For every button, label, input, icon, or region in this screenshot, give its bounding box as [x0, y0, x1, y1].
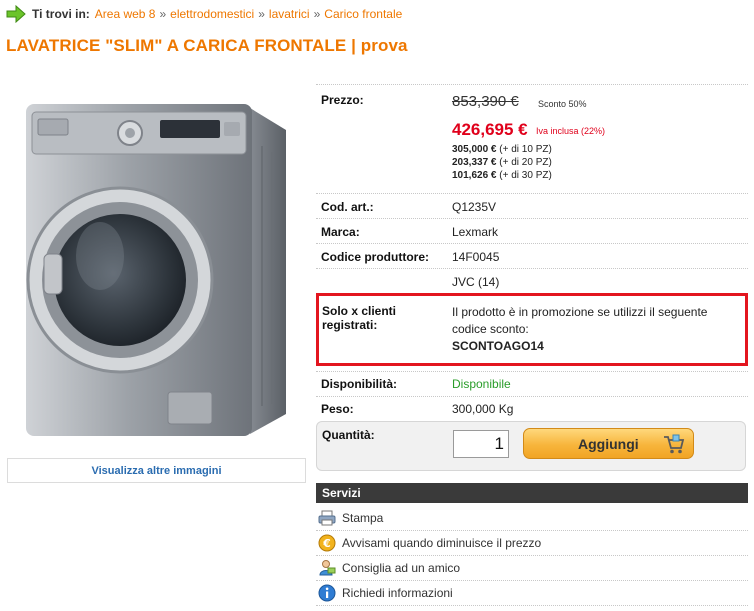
more-images-link[interactable]: Visualizza altre immagini: [7, 458, 306, 483]
availability-row: Disponibilità: Disponibile: [316, 371, 748, 396]
add-to-cart-button[interactable]: Aggiungi: [523, 428, 694, 459]
info-icon: [318, 584, 336, 602]
brand-row: Marca: Lexmark: [316, 218, 748, 243]
breadcrumb-separator: »: [159, 7, 167, 21]
manufacturer-code-label: Codice produttore:: [321, 250, 429, 264]
add-to-cart-label: Aggiungi: [578, 435, 639, 452]
availability-value: Disponibile: [452, 377, 511, 391]
services-header: Servizi: [316, 483, 748, 503]
cart-icon: [664, 434, 685, 454]
service-label: Avvisami quando diminuisce il prezzo: [342, 536, 542, 550]
service-print[interactable]: Stampa: [316, 506, 748, 531]
service-label: Consiglia ad un amico: [342, 561, 461, 575]
quantity-input[interactable]: [453, 430, 509, 458]
promo-text: Il prodotto è in promozione se utilizzi …: [452, 305, 708, 353]
code-label: Cod. art.:: [321, 200, 374, 214]
promo-label: Solo x clienti registrati:: [322, 304, 397, 332]
service-info[interactable]: Richiedi informazioni: [316, 581, 748, 606]
code-value: Q1235V: [452, 200, 497, 214]
discount-badge: Sconto 50%: [538, 99, 587, 109]
tier-price: 101,626 € (+ di 30 PZ): [452, 170, 552, 181]
printer-icon: [318, 510, 336, 526]
extra-row: JVC (14): [316, 268, 748, 293]
breadcrumb-prefix: Ti trovi in:: [32, 7, 90, 21]
breadcrumb-link-carico-frontale[interactable]: Carico frontale: [324, 7, 402, 21]
code-row: Cod. art.: Q1235V: [316, 193, 748, 218]
breadcrumb-separator: »: [313, 7, 321, 21]
add-to-cart-box: Quantità: Aggiungi: [316, 421, 746, 471]
promo-code: SCONTOAGO14: [452, 339, 544, 353]
extra-value: JVC (14): [452, 275, 500, 289]
price-row: Prezzo: 853,390 € Sconto 50% 426,695 € I…: [316, 84, 748, 193]
weight-row: Peso: 300,000 Kg: [316, 396, 748, 421]
availability-label: Disponibilità:: [321, 377, 397, 391]
user-share-icon: [319, 560, 336, 576]
service-label: Richiedi informazioni: [342, 586, 453, 600]
service-label: Stampa: [342, 511, 384, 525]
manufacturer-code-row: Codice produttore: 14F0045: [316, 243, 748, 268]
green-arrow-icon: [6, 5, 26, 23]
service-price-alert[interactable]: € Avvisami quando diminuisce il prezzo: [316, 531, 748, 556]
old-price: 853,390 €: [452, 93, 519, 110]
breadcrumb-separator: »: [258, 7, 265, 21]
breadcrumb-link-elettrodomestici[interactable]: elettrodomestici: [170, 7, 254, 21]
tier-price: 203,337 € (+ di 20 PZ): [452, 157, 552, 168]
promo-box: Solo x clienti registrati: Il prodotto è …: [316, 293, 748, 366]
brand-label: Marca:: [321, 225, 360, 239]
breadcrumb-link-lavatrici[interactable]: lavatrici: [269, 7, 310, 21]
euro-coin-icon: €: [318, 534, 336, 552]
vat-note: Iva inclusa (22%): [536, 126, 606, 136]
quantity-label: Quantità:: [322, 428, 375, 442]
tier-price: 305,000 € (+ di 10 PZ): [452, 144, 552, 155]
breadcrumb: Ti trovi in: Area web 8 » elettrodomesti…: [6, 4, 402, 24]
manufacturer-code-value: 14F0045: [452, 250, 500, 264]
current-price: 426,695 €: [452, 120, 528, 139]
svg-text:€: €: [322, 537, 331, 550]
weight-label: Peso:: [321, 402, 354, 416]
brand-value: Lexmark: [452, 225, 499, 239]
page-title: LAVATRICE "SLIM" A CARICA FRONTALE | pro…: [6, 36, 408, 55]
product-image[interactable]: [18, 86, 306, 446]
service-recommend[interactable]: Consiglia ad un amico: [316, 556, 748, 581]
weight-value: 300,000 Kg: [452, 402, 514, 416]
breadcrumb-link-area-web[interactable]: Area web 8: [95, 7, 156, 21]
price-label: Prezzo:: [321, 93, 364, 107]
